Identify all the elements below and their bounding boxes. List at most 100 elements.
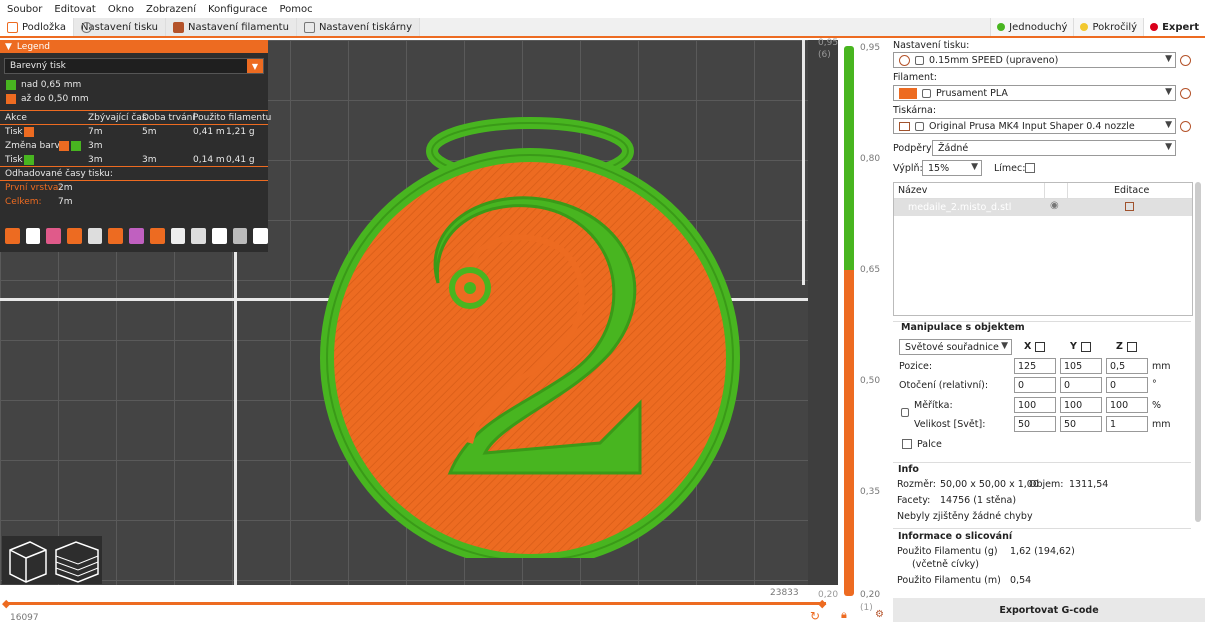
coordinates-combo[interactable]: Světové souřadnice ▼	[899, 339, 1012, 355]
eye-icon[interactable]: ◉	[1050, 200, 1059, 211]
print-settings-combo[interactable]: 0.15mm SPEED (upraveno) ▼	[893, 52, 1176, 68]
first-layer-row: První vrstva: 2m	[0, 181, 268, 195]
menu-edit[interactable]: Editovat	[53, 4, 96, 15]
move-slider[interactable]	[4, 602, 826, 605]
axis-drop-icon[interactable]	[1126, 341, 1137, 352]
position-z-input[interactable]: 0,5	[1106, 358, 1148, 374]
layer-slider-lower[interactable]	[844, 270, 854, 596]
filament-combo[interactable]: Prusament PLA ▼	[893, 85, 1176, 101]
export-gcode-button[interactable]: Exportovat G-code	[893, 598, 1205, 622]
rotation-y-input[interactable]: 0	[1060, 377, 1102, 393]
list-item[interactable]: medaile_2.misto_d.stl ◉	[894, 199, 1192, 216]
color-changes-icon[interactable]	[129, 228, 144, 244]
brim-checkbox[interactable]	[1025, 163, 1035, 173]
mode-expert-label: Expert	[1162, 21, 1199, 33]
move-slider-end-value: 23833	[770, 588, 799, 598]
total-label: Celkem:	[5, 197, 42, 207]
table-row: Tisk 3m 3m 0,14 m 0,41 g	[0, 153, 268, 167]
refresh-icon[interactable]: ↻	[810, 609, 820, 623]
tab-print-settings[interactable]: Nastavení tisku	[74, 18, 166, 36]
settings-gear-icon[interactable]	[1180, 88, 1191, 99]
cube-3d-view-icon[interactable]	[9, 541, 47, 583]
row-action: Změna barvy	[5, 141, 66, 151]
tool-changes-icon[interactable]	[108, 228, 124, 244]
seams-icon[interactable]	[87, 228, 103, 244]
wipe-icon[interactable]	[25, 228, 41, 244]
medal-model[interactable]	[310, 103, 750, 558]
scale-x-input[interactable]: 100	[1014, 397, 1056, 413]
pause-prints-icon[interactable]	[149, 228, 165, 244]
menu-view[interactable]: Zobrazení	[145, 4, 197, 15]
settings-gear-icon[interactable]	[1180, 121, 1191, 132]
move-slider-start-value: 16097	[10, 613, 39, 623]
legend-header[interactable]: ▼ Legend	[0, 40, 268, 53]
facets-label: Facety:	[897, 495, 931, 506]
custom-gcode-icon[interactable]	[191, 228, 206, 244]
mode-expert[interactable]: Expert	[1143, 18, 1205, 36]
rotation-x-input[interactable]: 0	[1014, 377, 1056, 393]
chevron-down-icon: ▼	[1165, 87, 1172, 97]
position-y-input[interactable]: 105	[1060, 358, 1102, 374]
tool-marker-icon[interactable]	[253, 228, 268, 244]
infill-combo[interactable]: 15% ▼	[922, 160, 982, 176]
3d-viewport[interactable]: ▼ Legend Barevný tisk ▼ nad 0,65 mm až d…	[0, 40, 838, 625]
travel-icon[interactable]	[5, 228, 20, 244]
tab-printer-settings[interactable]: Nastavení tiskárny	[296, 18, 421, 36]
volume-label: Objem:	[1029, 479, 1064, 490]
axis-drop-icon[interactable]	[1035, 341, 1046, 352]
menu-configuration[interactable]: Konfigurace	[207, 4, 268, 15]
scale-y-input[interactable]: 100	[1060, 397, 1102, 413]
printer-value: Original Prusa MK4 Input Shaper 0.4 nozz…	[929, 120, 1135, 132]
layer-slider-upper[interactable]	[844, 46, 854, 270]
position-unit: mm	[1152, 361, 1171, 372]
position-x-input[interactable]: 125	[1014, 358, 1056, 374]
total-row: Celkem: 7m	[0, 195, 268, 209]
settings-cog-icon[interactable]: ⚙	[875, 609, 884, 620]
shells-icon[interactable]	[232, 228, 248, 244]
settings-gear-icon[interactable]	[1180, 55, 1191, 66]
position-label: Pozice:	[899, 361, 933, 372]
printer-combo[interactable]: Original Prusa MK4 Input Shaper 0.4 nozz…	[893, 118, 1176, 134]
size-x-input[interactable]: 50	[1014, 416, 1056, 432]
filament-label: Filament:	[893, 72, 937, 83]
legend-view-select[interactable]: Barevný tisk ▼	[4, 58, 264, 74]
legend-range-label: až do 0,50 mm	[21, 94, 89, 104]
tab-filament-settings[interactable]: Nastavení filamentu	[166, 18, 297, 36]
axis-x-header: X	[1024, 341, 1046, 352]
layer-top-index: (6)	[818, 50, 831, 60]
export-gcode-label: Exportovat G-code	[999, 604, 1099, 616]
chevron-down-icon: ▼	[1165, 142, 1172, 152]
menu-file[interactable]: Soubor	[6, 4, 43, 15]
lock-scale-icon[interactable]	[901, 408, 909, 417]
layers-preview-icon[interactable]	[55, 541, 99, 583]
retractions-icon[interactable]	[46, 228, 62, 244]
sidebar-scrollbar[interactable]	[1195, 182, 1201, 522]
mode-advanced-label: Pokročilý	[1092, 21, 1138, 33]
size-y-input[interactable]: 50	[1060, 416, 1102, 432]
scale-x-value: 100	[1018, 399, 1037, 411]
tab-plater[interactable]: Podložka	[0, 18, 75, 36]
lock-icon[interactable]: 🔒︎	[841, 608, 847, 622]
size-z-input[interactable]: 1	[1106, 416, 1148, 432]
position-y-value: 105	[1064, 360, 1083, 372]
legend-options-toolbar	[0, 226, 268, 246]
mode-simple-label: Jednoduchý	[1009, 21, 1068, 33]
menu-help[interactable]: Pomoc	[278, 4, 313, 15]
legend-title: Legend	[16, 41, 50, 52]
row-remaining: 3m	[88, 141, 103, 151]
rotation-z-input[interactable]: 0	[1106, 377, 1148, 393]
deretractions-icon[interactable]	[67, 228, 82, 244]
axis-drop-icon[interactable]	[1080, 341, 1091, 352]
total-value: 7m	[58, 197, 73, 207]
scale-z-input[interactable]: 100	[1106, 397, 1148, 413]
supports-combo[interactable]: Žádné ▼	[932, 140, 1176, 156]
edit-icon[interactable]	[1125, 202, 1134, 211]
collapse-triangle-icon: ▼	[5, 41, 12, 52]
estimated-times-header: Odhadované časy tisku:	[0, 167, 268, 181]
mode-advanced[interactable]: Pokročilý	[1073, 18, 1144, 36]
menu-window[interactable]: Okno	[107, 4, 135, 15]
center-of-gravity-icon[interactable]	[211, 228, 227, 244]
inches-checkbox[interactable]	[902, 439, 912, 449]
mode-simple[interactable]: Jednoduchý	[990, 18, 1074, 36]
hourglass-icon[interactable]	[170, 228, 186, 244]
